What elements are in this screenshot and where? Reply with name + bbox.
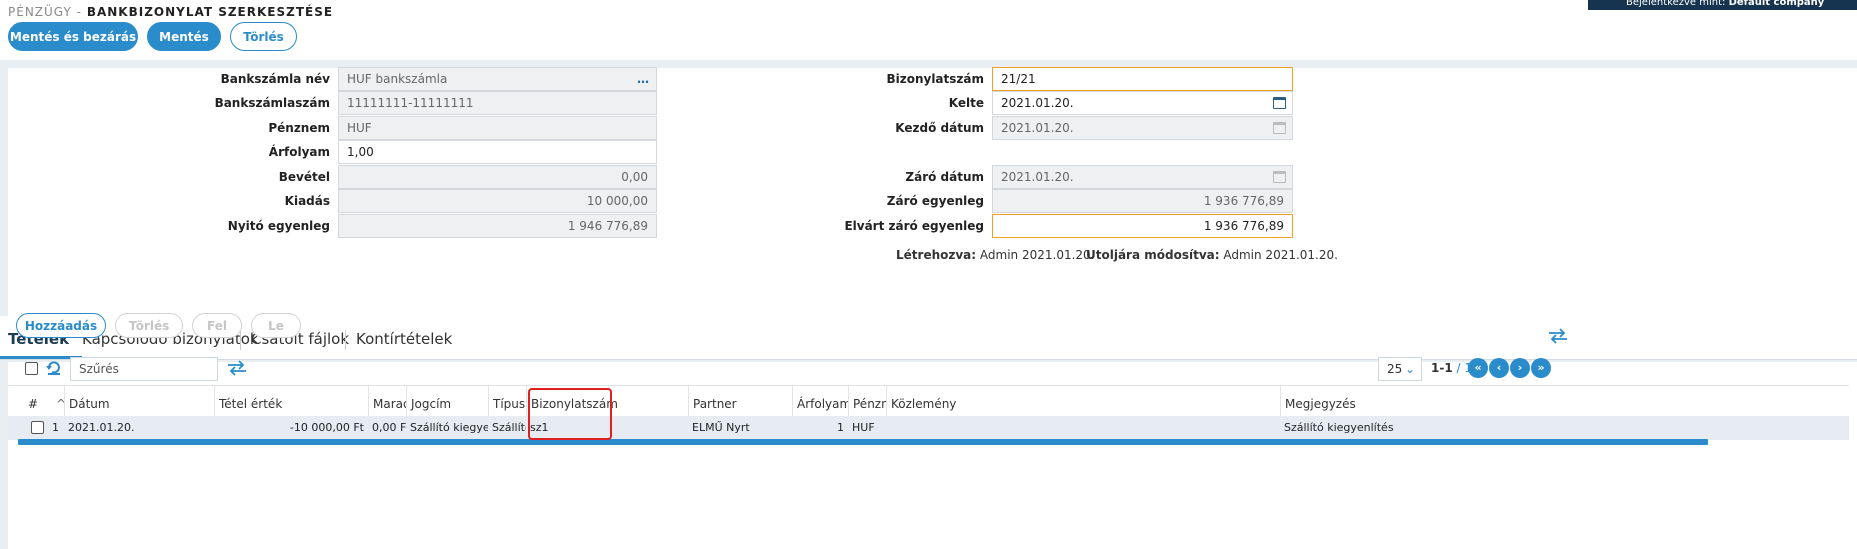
first-page-icon[interactable]: « bbox=[1468, 358, 1488, 378]
calendar-icon[interactable] bbox=[1273, 97, 1286, 109]
bank-account-number-label: Bankszámlaszám bbox=[214, 96, 330, 110]
move-up-button[interactable]: Fel bbox=[192, 313, 242, 338]
row-title: Szállító kiegyenlí bbox=[410, 421, 488, 434]
row-note bbox=[886, 416, 1280, 440]
refresh-icon[interactable] bbox=[45, 359, 63, 377]
bank-account-number-field: 11111111-11111111 bbox=[338, 91, 657, 115]
currency-label: Pénznem bbox=[268, 121, 330, 135]
bank-account-name-label: Bankszámla név bbox=[220, 72, 330, 86]
row-type: Szállító bbox=[492, 421, 526, 434]
add-item-button[interactable]: Hozzáadás bbox=[16, 313, 106, 338]
exchange-rate-label: Árfolyam bbox=[268, 145, 330, 159]
delete-button[interactable]: Törlés bbox=[230, 22, 297, 51]
filter-input[interactable]: Szűrés bbox=[70, 357, 218, 381]
end-date-field: 2021.01.20. bbox=[992, 165, 1293, 189]
chevron-down-icon: ⌄ bbox=[1404, 362, 1415, 376]
modified-label: Utoljára módosítva: bbox=[1086, 248, 1220, 262]
login-info: Bejelentkezve mint: Default company bbox=[1588, 0, 1857, 10]
module-name: PÉNZÜGY - bbox=[8, 5, 82, 19]
select-all-checkbox[interactable] bbox=[25, 362, 38, 375]
created-value: Admin 2021.01.20. bbox=[979, 248, 1095, 262]
calendar-icon bbox=[1273, 171, 1286, 183]
document-form: Bankszámla név HUF bankszámla … Bankszám… bbox=[8, 67, 1857, 316]
created-label: Létrehozva: bbox=[896, 248, 977, 262]
document-number-label: Bizonylatszám bbox=[886, 72, 984, 86]
modified-info: Utoljára módosítva: Admin 2021.01.20. bbox=[1086, 248, 1338, 262]
currency-field: HUF bbox=[338, 116, 657, 140]
login-label: Bejelentkezve mint: bbox=[1626, 0, 1726, 8]
row-rate: 1 bbox=[837, 421, 844, 434]
row-number: 1 bbox=[52, 421, 59, 434]
tab-separator bbox=[345, 330, 346, 350]
save-close-button[interactable]: Mentés és bezárás bbox=[8, 22, 138, 51]
issue-date-input[interactable]: 2021.01.20. bbox=[992, 91, 1293, 115]
exchange-rate-input[interactable]: 1,00 bbox=[338, 140, 657, 164]
calendar-icon bbox=[1273, 122, 1286, 134]
horizontal-scrollbar[interactable] bbox=[18, 439, 1708, 445]
opening-balance-label: Nyitó egyenleg bbox=[227, 219, 330, 233]
document-number-input[interactable]: 21/21 bbox=[992, 67, 1293, 91]
closing-balance-label: Záró egyenleg bbox=[886, 194, 984, 208]
row-currency: HUF bbox=[852, 421, 875, 434]
expense-field: 10 000,00 bbox=[338, 189, 657, 213]
page-size-select[interactable]: 25 ⌄ bbox=[1378, 357, 1422, 381]
move-down-button[interactable]: Le bbox=[251, 313, 301, 338]
tab-accounting-entries[interactable]: Kontírtételek bbox=[356, 330, 452, 348]
row-checkbox[interactable] bbox=[31, 421, 44, 434]
issue-date-label: Kelte bbox=[948, 96, 984, 110]
row-date: 2021.01.20. bbox=[68, 421, 135, 434]
opening-balance-field: 1 946 776,89 bbox=[338, 214, 657, 238]
income-label: Bevétel bbox=[278, 170, 330, 184]
row-remark: Szállító kiegyenlítés bbox=[1284, 421, 1394, 434]
start-date-value: 2021.01.20. bbox=[1001, 121, 1074, 135]
last-page-icon[interactable]: » bbox=[1531, 358, 1551, 378]
issue-date-value: 2021.01.20. bbox=[1001, 96, 1074, 110]
closing-balance-field: 1 936 776,89 bbox=[992, 189, 1293, 213]
row-partner: ELMŰ Nyrt bbox=[692, 421, 750, 434]
start-date-label: Kezdő dátum bbox=[895, 121, 984, 135]
page-size-value: 25 bbox=[1387, 362, 1403, 376]
income-field: 0,00 bbox=[338, 165, 657, 189]
tab-separator bbox=[240, 330, 241, 350]
prev-page-icon[interactable]: ‹ bbox=[1489, 358, 1509, 378]
page-title: PÉNZÜGY - BANKBIZONYLAT SZERKESZTÉSE bbox=[8, 5, 333, 19]
row-amount: -10 000,00 Ft bbox=[289, 421, 364, 434]
top-bar: PÉNZÜGY - BANKBIZONYLAT SZERKESZTÉSE Bej… bbox=[0, 0, 1857, 60]
pager-range: 1-1 bbox=[1431, 361, 1453, 375]
end-date-label: Záró dátum bbox=[905, 170, 984, 184]
swap-icon[interactable] bbox=[227, 360, 247, 376]
start-date-field: 2021.01.20. bbox=[992, 116, 1293, 140]
row-remaining: 0,00 Ft bbox=[372, 421, 406, 434]
pager-info: 1-1 / 1 bbox=[1431, 361, 1472, 375]
expected-closing-balance-input[interactable]: 1 936 776,89 bbox=[992, 214, 1293, 238]
expense-label: Kiadás bbox=[284, 194, 330, 208]
bank-account-name-value: HUF bankszámla bbox=[347, 72, 448, 86]
login-company: Default company bbox=[1728, 0, 1825, 8]
highlight-box bbox=[528, 388, 612, 440]
delete-item-button[interactable]: Törlés bbox=[115, 313, 183, 338]
created-info: Létrehozva: Admin 2021.01.20. bbox=[896, 248, 1095, 262]
table-row[interactable]: 1 2021.01.20. -10 000,00 Ft 0,00 Ft Szál… bbox=[8, 416, 1849, 440]
page-name: BANKBIZONYLAT SZERKESZTÉSE bbox=[86, 5, 334, 19]
next-page-icon[interactable]: › bbox=[1510, 358, 1530, 378]
swap-icon[interactable] bbox=[1548, 328, 1568, 344]
expected-closing-balance-label: Elvárt záró egyenleg bbox=[844, 219, 984, 233]
modified-value: Admin 2021.01.20. bbox=[1223, 248, 1338, 262]
end-date-value: 2021.01.20. bbox=[1001, 170, 1074, 184]
bank-account-name-field[interactable]: HUF bankszámla … bbox=[338, 67, 657, 91]
lookup-dots-icon[interactable]: … bbox=[637, 68, 650, 90]
save-button[interactable]: Mentés bbox=[147, 22, 221, 51]
